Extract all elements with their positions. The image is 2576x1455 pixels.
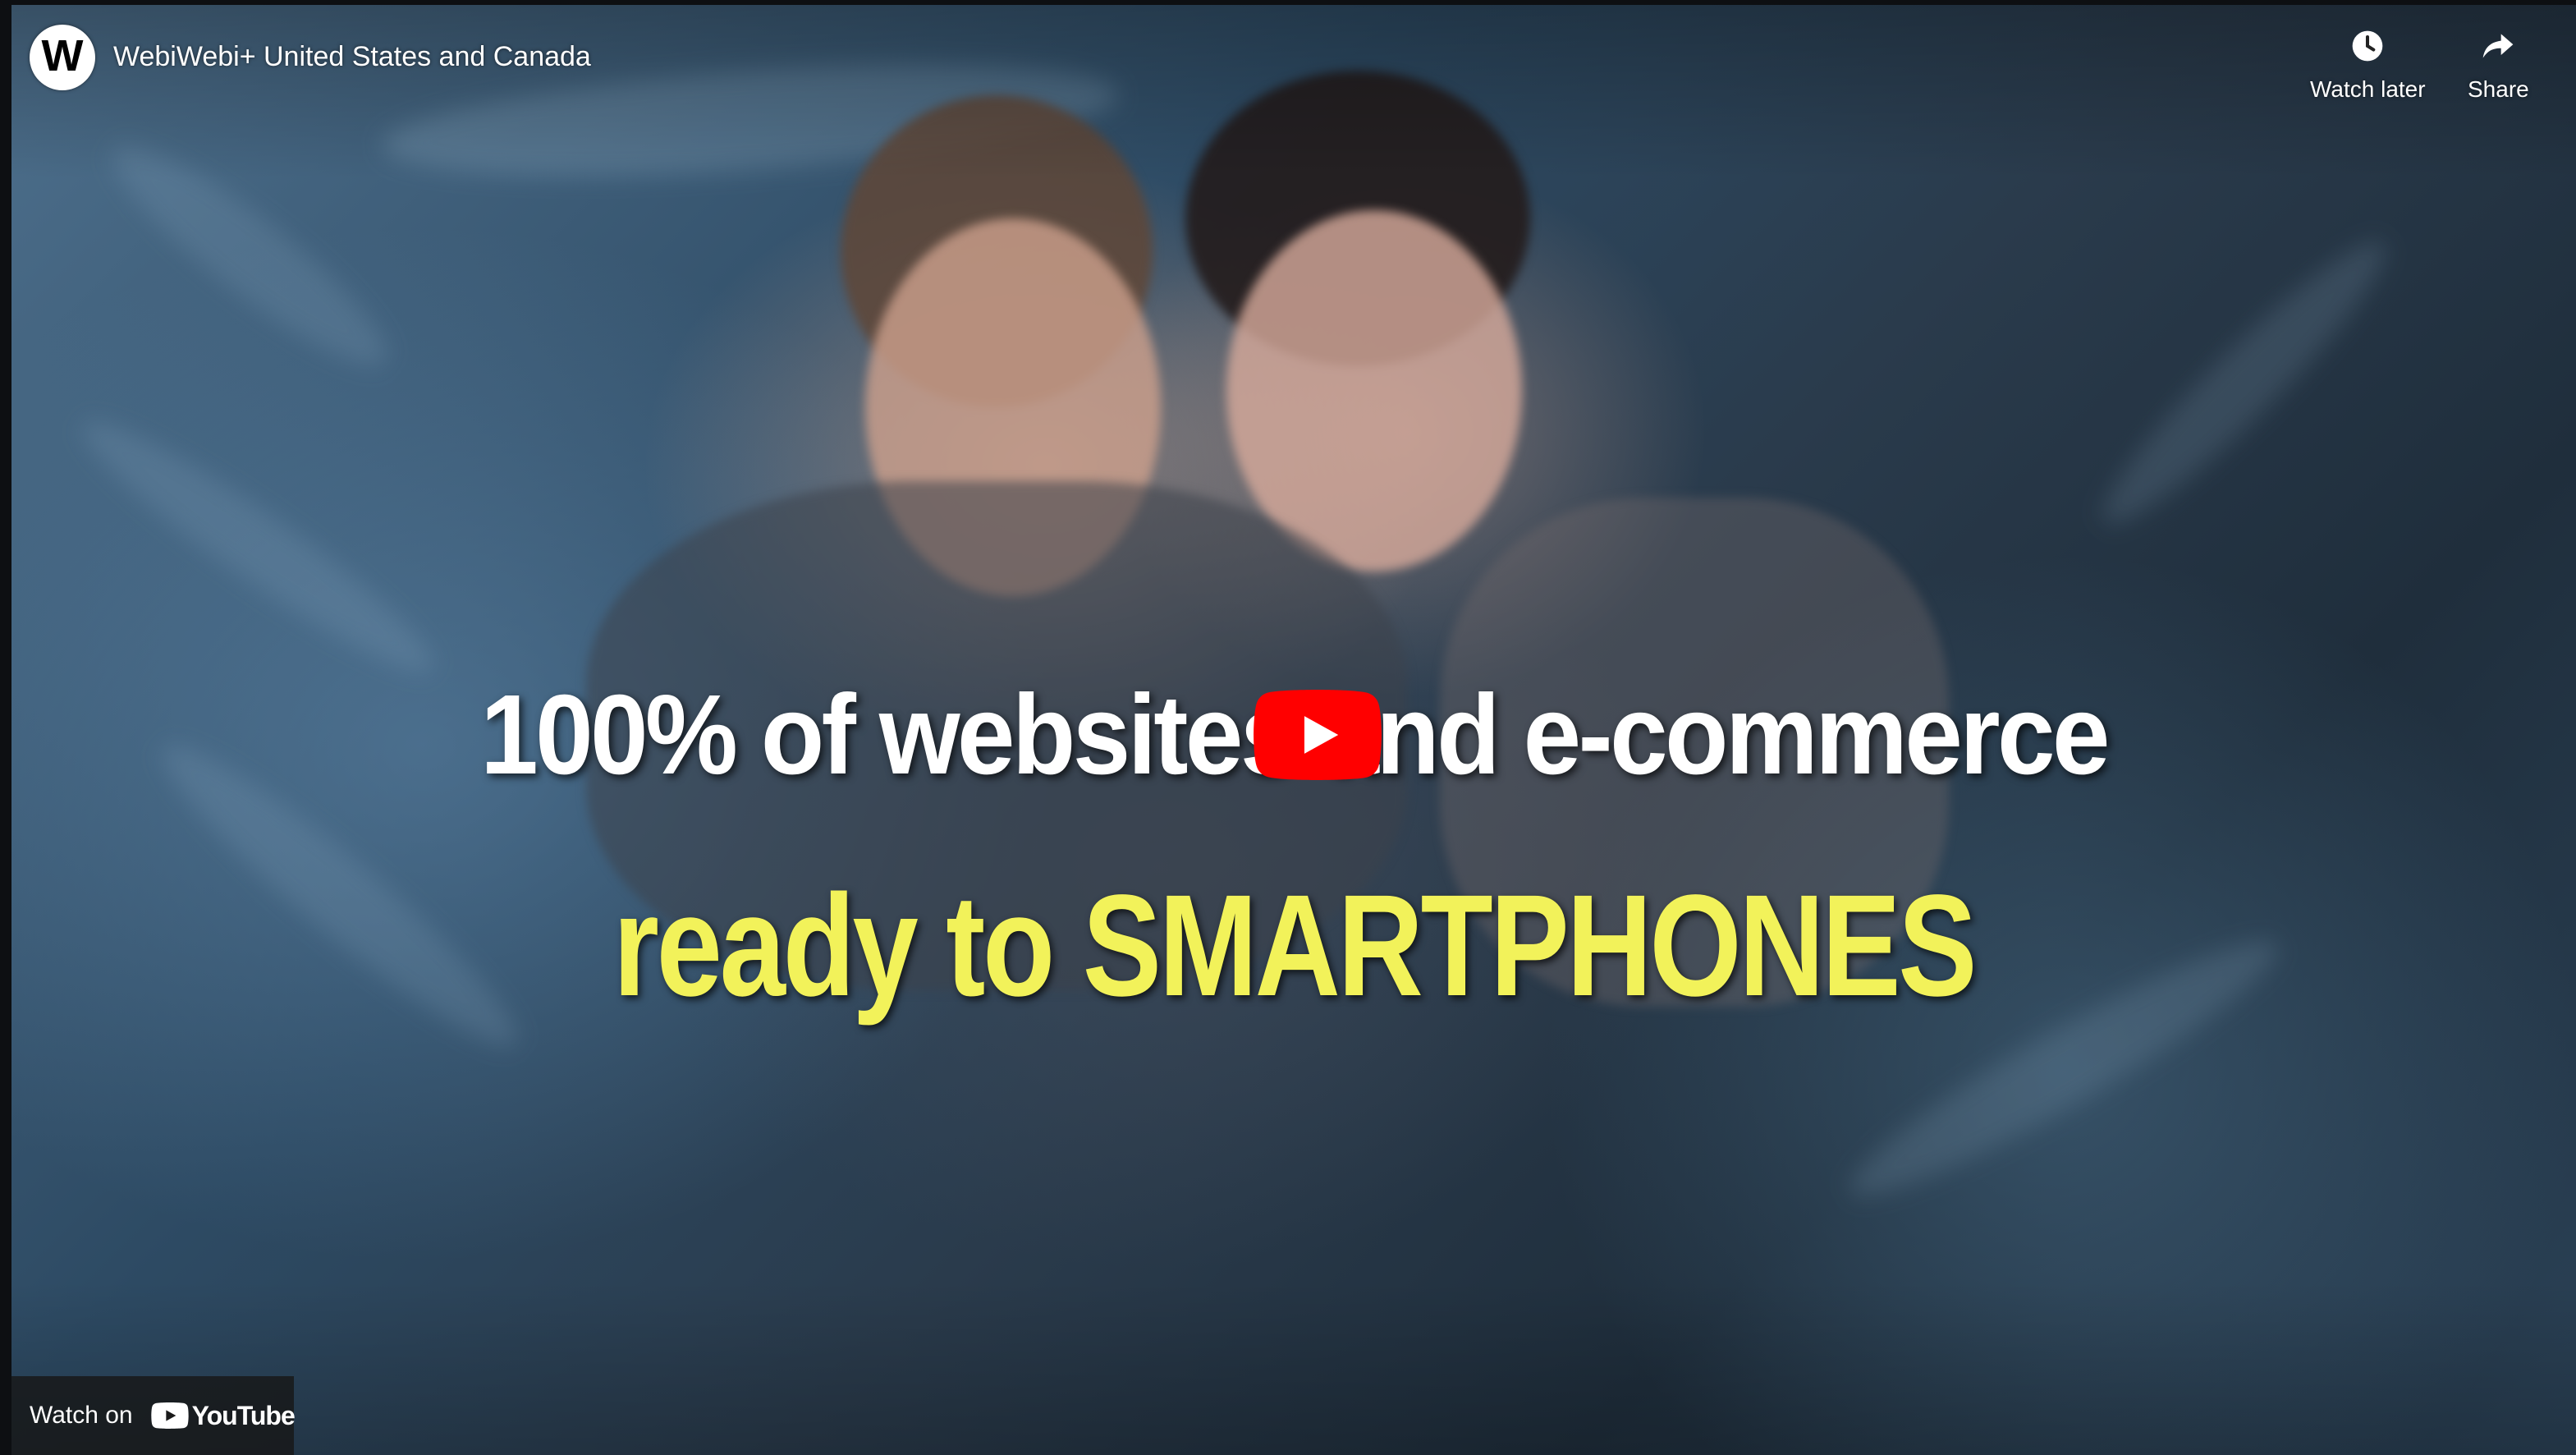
play-icon [1254,690,1382,780]
share-label: Share [2468,76,2529,102]
channel-avatar[interactable]: W [30,25,95,90]
video-title-link[interactable]: WebiWebi+ United States and Canada [113,41,591,73]
share-button[interactable]: Share [2468,28,2529,103]
watch-later-button[interactable]: Watch later [2310,28,2426,103]
youtube-logo: YouTube [150,1400,296,1431]
caption-line-2: ready to SMARTPHONES [612,865,1978,1026]
share-arrow-icon [2479,28,2517,68]
channel-logo-letter: W [41,31,84,80]
watch-later-label: Watch later [2310,76,2426,102]
watch-on-label: Watch on [30,1402,133,1429]
video-embed[interactable]: 100% of websites and e-commerce ready to… [11,5,2576,1455]
player-top-bar: W WebiWebi+ United States and Canada Wat… [11,5,2576,128]
youtube-play-icon [150,1402,189,1429]
watch-on-youtube-link[interactable]: Watch on YouTube [11,1376,296,1455]
play-button[interactable] [1238,690,1397,780]
youtube-wordmark: YouTube [191,1400,296,1430]
clock-icon [2349,28,2386,68]
